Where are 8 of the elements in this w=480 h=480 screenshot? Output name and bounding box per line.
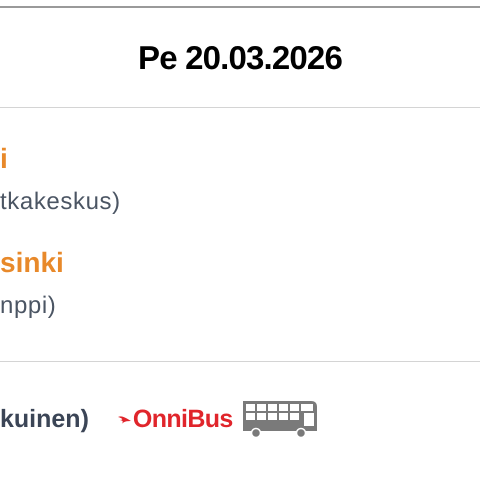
double-decker-bus-icon [240, 398, 319, 438]
city-name: sinki [0, 246, 65, 280]
brand-logo-text: OnniBus [132, 404, 233, 435]
date-heading: Pe 20.03.2026 [138, 38, 342, 78]
station-name: nppi) [0, 291, 58, 321]
station-name: tkakeskus) [0, 187, 122, 217]
city-name: i [0, 142, 9, 176]
bus-type-text: kuinen) [0, 404, 89, 435]
